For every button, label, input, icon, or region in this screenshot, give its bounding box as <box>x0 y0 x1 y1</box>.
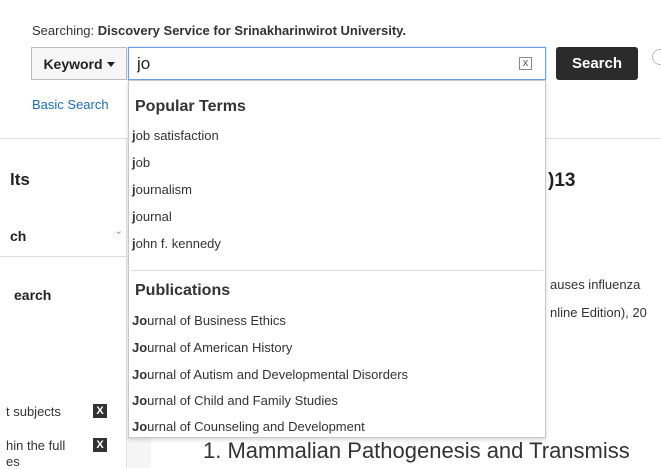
search-field-label: Keyword <box>43 55 103 72</box>
suggestion-rest: urnal of Child and Family Studies <box>147 393 338 408</box>
clear-icon[interactable]: x <box>519 57 532 70</box>
suggestion-match: Jo <box>132 367 148 382</box>
search-button[interactable]: Search <box>556 47 638 80</box>
suggestion-match: Jo <box>132 313 148 328</box>
searching-prefix: Searching: <box>32 23 98 38</box>
searching-label: Searching: Discovery Service for Srinakh… <box>32 23 406 38</box>
results-heading: lts <box>10 170 30 189</box>
refine-search-heading: earch <box>14 287 52 303</box>
facet-sublabel: es <box>6 454 20 469</box>
dropdown-separator <box>131 270 543 271</box>
suggestion-rest: urnal of Autism and Developmental Disord… <box>147 367 409 382</box>
suggestion-rest: ohn f. kennedy <box>135 236 221 251</box>
basic-search-link[interactable]: Basic Search <box>32 97 109 112</box>
popular-terms-heading: Popular Terms <box>135 98 246 115</box>
suggestion-item[interactable]: job <box>132 155 150 170</box>
publication-item[interactable]: Journal of Business Ethics <box>132 313 286 328</box>
facet-label: hin the full <box>6 438 66 453</box>
suggestion-item[interactable]: john f. kennedy <box>132 236 221 251</box>
suggestion-match: Jo <box>132 419 148 434</box>
result-snippet: auses influenza <box>550 277 641 292</box>
suggestion-match: Jo <box>132 340 148 355</box>
publication-item[interactable]: Journal of American History <box>132 340 292 355</box>
sort-select[interactable]: ch <box>10 228 26 244</box>
suggestion-rest: ob <box>135 155 151 170</box>
result-title-link[interactable]: 1. Mammalian Pathogenesis and Transmiss <box>203 438 630 464</box>
result-source: nline Edition), 20 <box>550 305 647 320</box>
chevron-down-icon[interactable]: ⌄ <box>114 224 123 237</box>
publication-item[interactable]: Journal of Child and Family Studies <box>132 393 338 408</box>
publications-heading: Publications <box>135 282 231 299</box>
suggestion-rest: ob satisfaction <box>135 128 219 143</box>
suggestion-item[interactable]: job satisfaction <box>132 128 219 143</box>
results-count-heading: )13 <box>548 170 576 191</box>
publication-item[interactable]: Journal of Counseling and Development <box>132 419 365 434</box>
sort-underline <box>0 256 126 257</box>
suggestion-match: Jo <box>132 393 148 408</box>
autocomplete-dropdown: Popular Terms job satisfaction job journ… <box>128 80 546 438</box>
remove-facet-button[interactable]: X <box>93 438 107 452</box>
suggestion-item[interactable]: journalism <box>132 182 192 197</box>
suggestion-rest: ournal <box>135 209 172 224</box>
suggestion-rest: ournalism <box>135 182 192 197</box>
caret-down-icon <box>106 62 115 67</box>
suggestion-rest: urnal of American History <box>147 340 293 355</box>
publication-item[interactable]: Journal of Autism and Developmental Diso… <box>132 367 408 382</box>
suggestion-item[interactable]: journal <box>132 209 172 224</box>
search-input[interactable] <box>128 47 546 80</box>
remove-facet-button[interactable]: X <box>93 404 107 418</box>
facet-label: t subjects <box>6 404 61 419</box>
suggestion-rest: urnal of Business Ethics <box>147 313 286 328</box>
search-field-select[interactable]: Keyword <box>31 47 127 80</box>
suggestion-rest: urnal of Counseling and Development <box>147 419 365 434</box>
help-icon[interactable] <box>652 49 661 65</box>
searching-target: Discovery Service for Srinakharinwirot U… <box>97 23 407 38</box>
